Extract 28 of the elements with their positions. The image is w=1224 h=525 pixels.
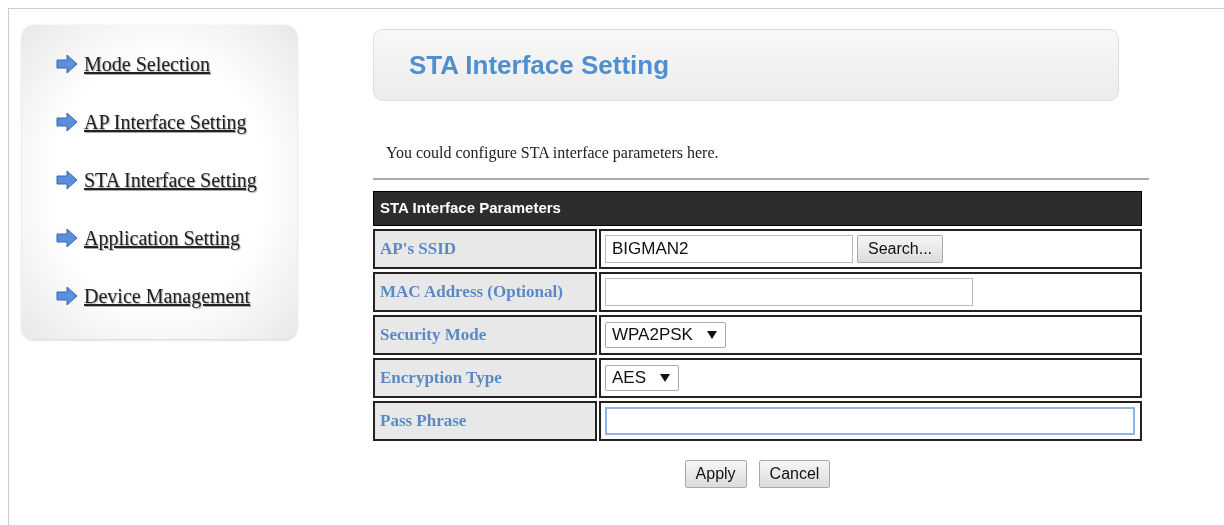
field-label: MAC Address (Optional) — [373, 271, 598, 312]
table-header: STA Interface Parameters — [373, 191, 1142, 226]
sidebar-link[interactable]: Device Management — [84, 281, 251, 311]
arrow-icon — [56, 54, 78, 74]
dropdown[interactable]: WPA2PSK — [605, 321, 726, 348]
arrow-icon — [56, 112, 78, 132]
input-field[interactable]: BIGMAN2 — [605, 234, 853, 263]
page-title: STA Interface Setting — [409, 48, 670, 82]
sidebar-link[interactable]: Application Setting — [84, 223, 241, 253]
field-label: AP's SSID — [373, 228, 598, 269]
dropdown[interactable]: AES — [605, 364, 680, 391]
sidebar-link[interactable]: Mode Selection — [84, 49, 211, 79]
apply-button[interactable]: Apply — [684, 459, 747, 488]
arrow-icon — [56, 228, 78, 248]
input-field[interactable] — [605, 277, 973, 306]
search-button[interactable]: Search... — [857, 234, 944, 263]
field-label: Pass Phrase — [373, 400, 598, 441]
arrow-icon — [56, 286, 78, 306]
caret-icon — [706, 330, 717, 339]
description-text: You could configure STA interface parameters here. — [386, 143, 720, 164]
password-field[interactable] — [605, 406, 1135, 435]
arrow-icon — [56, 170, 78, 190]
sidebar-link[interactable]: STA Interface Setting — [84, 165, 257, 195]
caret-icon — [660, 373, 671, 382]
cancel-button[interactable]: Cancel — [758, 459, 831, 488]
sidebar-link[interactable]: AP Interface Setting — [84, 107, 247, 137]
field-label: Security Mode — [373, 314, 598, 355]
field-label: Encryption Type — [373, 357, 598, 398]
